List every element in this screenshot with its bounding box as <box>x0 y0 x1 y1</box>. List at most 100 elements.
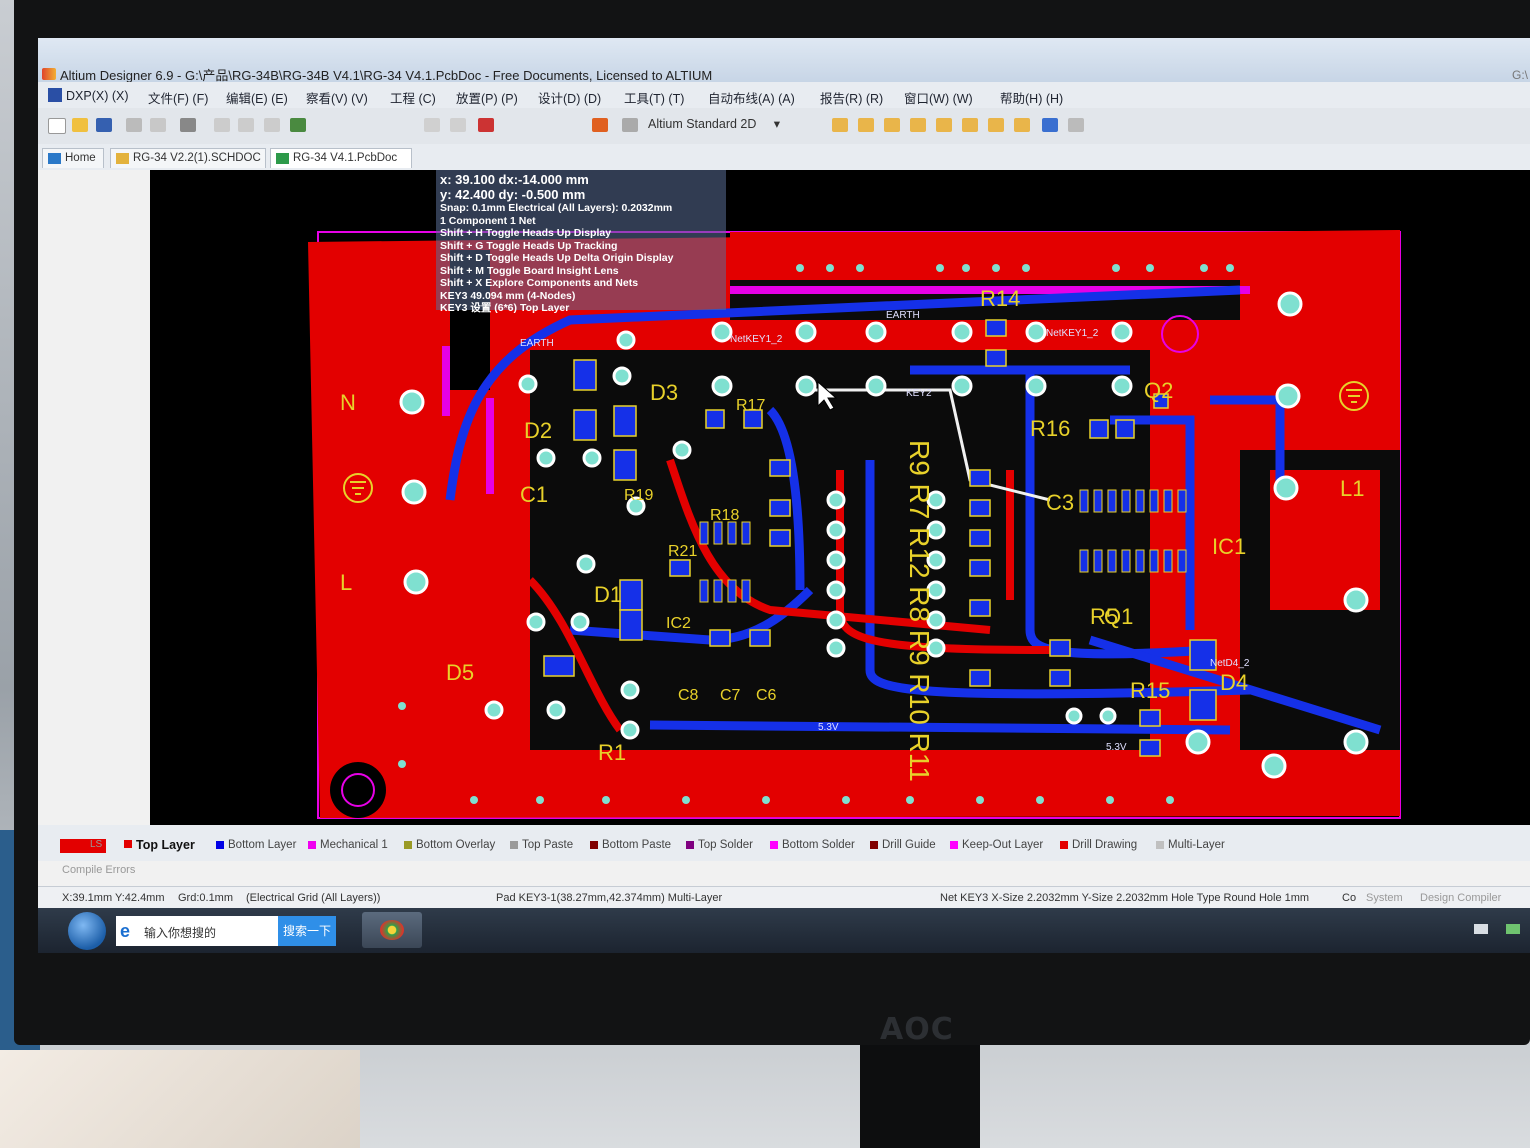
paste-icon[interactable] <box>264 118 280 132</box>
menu-tools[interactable]: 工具(T) (T) <box>624 88 684 107</box>
taskbar: e 输入你想搜的 搜索一下 <box>38 908 1530 953</box>
menu-edit[interactable]: 编辑(E) (E) <box>226 88 288 107</box>
menu-reports[interactable]: 报告(R) (R) <box>820 88 883 107</box>
menu-place[interactable]: 放置(P) (P) <box>456 88 518 107</box>
search-box[interactable]: e 输入你想搜的 <box>116 916 278 946</box>
pcb-board[interactable]: N L L1 D1 D2 D3 D4 D5 C1 C3 C6 C7 C8 R1 … <box>150 170 1530 825</box>
copy-icon[interactable] <box>238 118 254 132</box>
menu-file[interactable]: 文件(F) (F) <box>148 88 208 107</box>
route-multi-icon[interactable] <box>884 118 900 132</box>
search-input[interactable]: 输入你想搜的 <box>144 924 216 941</box>
start-button[interactable] <box>68 912 106 950</box>
pcb-workspace[interactable]: N L L1 D1 D2 D3 D4 D5 C1 C3 C6 C7 C8 R1 … <box>150 170 1530 825</box>
search-button[interactable]: 搜索一下 <box>278 916 336 946</box>
label-l: L <box>340 570 352 595</box>
hud-shortcut-g: Shift + G Toggle Heads Up Tracking <box>440 239 618 252</box>
menu-window[interactable]: 窗口(W) (W) <box>904 88 973 107</box>
layer-tab-bottom-paste[interactable]: Bottom Paste <box>590 839 671 851</box>
title-bar: Altium Designer 6.9 - G:\产品\RG-34B\RG-34… <box>38 38 1530 83</box>
slot-mark <box>486 398 494 494</box>
layer-swatch <box>590 841 598 849</box>
select-icon[interactable] <box>290 118 306 132</box>
layer-swatch <box>308 841 316 849</box>
layer-swatch <box>770 841 778 849</box>
compile-errors-link[interactable]: Compile Errors <box>62 864 135 876</box>
status-co: Co <box>1342 892 1357 904</box>
layer-tab-drill-drawing[interactable]: Drill Drawing <box>1060 839 1137 851</box>
zoom-icon[interactable] <box>150 118 166 132</box>
label-q1: Q1 <box>1104 604 1133 629</box>
app-icon <box>380 920 404 940</box>
menu-autoroute[interactable]: 自动布线(A) (A) <box>708 88 795 107</box>
layer-tab-top-solder[interactable]: Top Solder <box>686 839 753 851</box>
deselect-icon[interactable] <box>478 118 494 132</box>
pcb-canvas[interactable]: N L L1 D1 D2 D3 D4 D5 C1 C3 C6 C7 C8 R1 … <box>38 170 1530 825</box>
layers-icon[interactable] <box>180 118 196 132</box>
menu-project[interactable]: 工程 (C) <box>390 88 436 107</box>
open-folder-icon[interactable] <box>72 118 88 132</box>
label-c8: C8 <box>678 687 699 704</box>
layer-tab-keepout[interactable]: Keep-Out Layer <box>950 839 1043 851</box>
fill-icon[interactable] <box>988 118 1004 132</box>
net-netd4: NetD4_2 <box>1210 658 1250 669</box>
menu-help[interactable]: 帮助(H) (H) <box>1000 88 1063 107</box>
hud-snap: Snap: 0.1mm Electrical (All Layers): 0.2… <box>440 202 673 214</box>
route-icon[interactable] <box>832 118 848 132</box>
layer-tab-top[interactable]: Top Layer <box>124 838 195 852</box>
layer-tab-bottom-overlay[interactable]: Bottom Overlay <box>404 839 495 851</box>
label-q2: Q2 <box>1144 378 1173 403</box>
layer-tab-multi[interactable]: Multi-Layer <box>1156 839 1225 851</box>
tab-home[interactable]: Home <box>42 148 104 168</box>
pencil-icon[interactable] <box>592 118 608 132</box>
string-icon[interactable] <box>1042 118 1058 132</box>
polygon-icon[interactable] <box>1014 118 1030 132</box>
hud-shortcut-m: Shift + M Toggle Board Insight Lens <box>440 264 619 277</box>
label-l1: L1 <box>1340 476 1364 501</box>
via-icon[interactable] <box>910 118 926 132</box>
rect-select-icon[interactable] <box>424 118 440 132</box>
system-panel-button[interactable]: System <box>1366 892 1403 904</box>
layer-tab-mechanical[interactable]: Mechanical 1 <box>308 839 388 851</box>
layer-tab-bottom[interactable]: Bottom Layer <box>216 839 296 851</box>
label-c1: C1 <box>520 482 548 507</box>
print-icon[interactable] <box>126 118 142 132</box>
component-icon[interactable] <box>1068 118 1084 132</box>
tray-status-icon[interactable] <box>1506 924 1520 934</box>
label-r21: R21 <box>668 543 697 560</box>
menu-design[interactable]: 设计(D) (D) <box>538 88 601 107</box>
move-icon[interactable] <box>450 118 466 132</box>
tab-pcbdoc[interactable]: RG-34 V4.1.PcbDoc <box>270 148 412 168</box>
pad-icon[interactable] <box>936 118 952 132</box>
hud-shortcut-h: Shift + H Toggle Heads Up Display <box>440 227 612 239</box>
view-mode-select[interactable]: Altium Standard 2D ▾ <box>648 116 818 134</box>
save-icon[interactable] <box>96 118 112 132</box>
status-coords: X:39.1mm Y:42.4mm <box>62 892 165 904</box>
net-5v3-right: 5.3V <box>1106 742 1127 753</box>
cut-icon[interactable] <box>214 118 230 132</box>
pcb-doc-icon <box>276 153 289 164</box>
net-5v3: 5.3V <box>818 722 839 733</box>
layer-tab-drill-guide[interactable]: Drill Guide <box>870 839 936 851</box>
tab-schdoc[interactable]: RG-34 V2.2(1).SCHDOC <box>110 148 266 168</box>
layer-swatch <box>950 841 958 849</box>
layer-tab-top-paste[interactable]: Top Paste <box>510 839 573 851</box>
status-net: Net KEY3 X-Size 2.2032mm Y-Size 2.2032mm… <box>940 892 1310 904</box>
layer-swatch <box>1156 841 1164 849</box>
design-compiler-button[interactable]: Design Compiler <box>1420 892 1501 904</box>
label-r19: R19 <box>624 487 653 504</box>
menu-view[interactable]: 察看(V) (V) <box>306 88 368 107</box>
layer-swatch <box>686 841 694 849</box>
new-icon[interactable] <box>48 118 66 134</box>
taskbar-app-altium[interactable] <box>362 912 422 948</box>
tray-network-icon[interactable] <box>1474 924 1488 934</box>
net-netkey1-right: NetKEY1_2 <box>1046 328 1099 339</box>
arc-icon[interactable] <box>962 118 978 132</box>
hud-y: y: 42.400 dy: -0.500 mm <box>440 187 586 202</box>
label-r18: R18 <box>710 507 739 524</box>
ie-icon: e <box>120 921 131 941</box>
inspector-icon[interactable] <box>622 118 638 132</box>
route-diff-icon[interactable] <box>858 118 874 132</box>
layer-tab-bottom-solder[interactable]: Bottom Solder <box>770 839 855 851</box>
chevron-down-icon: ▾ <box>773 117 781 131</box>
menu-dxp[interactable]: DXP(X) (X) <box>48 88 129 103</box>
